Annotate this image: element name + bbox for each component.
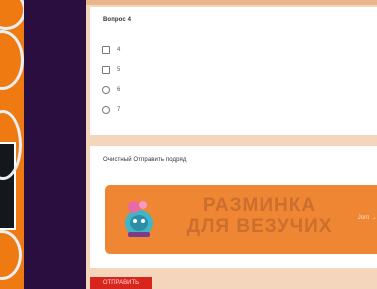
option-radio-1[interactable]: 6 [102,85,120,95]
sidebar-panel [24,0,86,289]
promo-card: Очистный Отправить подряд РАЗМИНКА ДЛЯ В… [90,146,377,268]
option-label: 5 [117,67,121,73]
option-checkbox-1[interactable]: 4 [102,45,120,55]
submit-button[interactable]: ОТПРАВИТЬ [90,277,152,289]
option-label: 7 [117,107,121,113]
banner-link[interactable]: Jorп → [358,215,377,221]
radio-icon[interactable] [102,106,110,114]
option-label: 6 [117,87,121,93]
option-radio-2[interactable]: 7 [102,105,120,115]
top-divider [86,0,377,5]
main-content: Вопрос 4 4 5 6 7 Очистный Отправить подр… [86,0,377,289]
question-card: Вопрос 4 4 5 6 7 [90,7,377,135]
checkbox-icon[interactable] [102,66,110,74]
radio-icon[interactable] [102,86,110,94]
promo-title: Очистный Отправить подряд [103,157,187,163]
question-title: Вопрос 4 [103,17,132,23]
option-label: 4 [117,47,121,53]
banner-headline: РАЗМИНКА ДЛЯ ВЕЗУЧИХ [167,195,352,237]
option-checkbox-2[interactable]: 5 [102,65,120,75]
mascot-icon [125,201,153,237]
decorative-side-artwork [0,0,24,289]
banner-line-2: ДЛЯ ВЕЗУЧИХ [186,216,333,237]
promo-banner[interactable]: РАЗМИНКА ДЛЯ ВЕЗУЧИХ Jorп → [105,185,377,254]
banner-line-1: РАЗМИНКА [202,195,317,216]
checkbox-icon[interactable] [102,46,110,54]
